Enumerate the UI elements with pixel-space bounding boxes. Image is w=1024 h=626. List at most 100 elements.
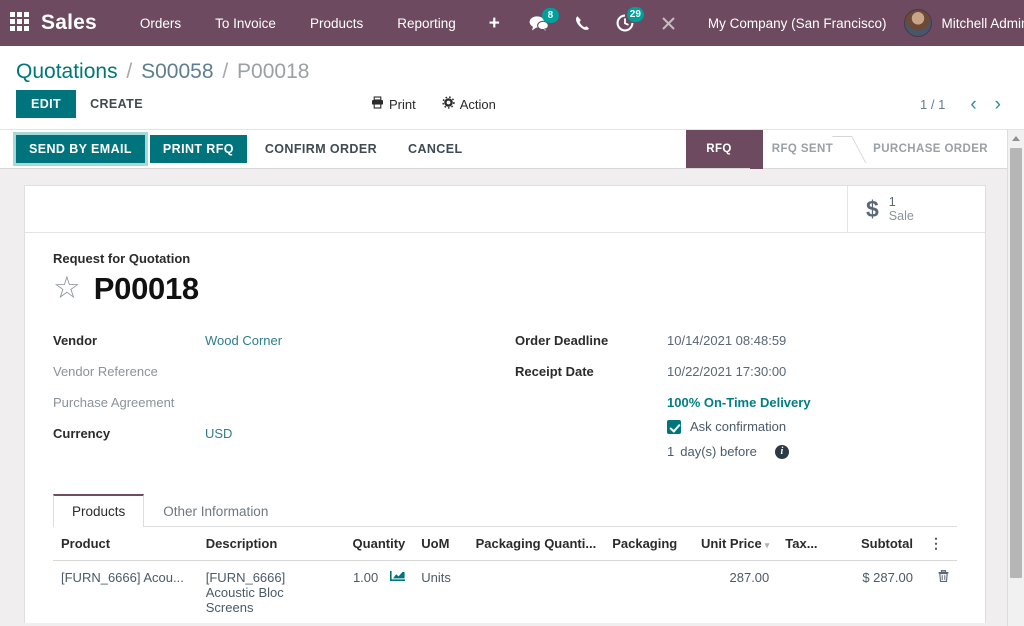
field-receipt-date: Receipt Date 10/22/2021 17:30:00 [515,364,957,381]
cell-quantity[interactable]: 1.00 [330,561,413,624]
control-panel: Quotations / S00058 / P00018 EDIT CREATE… [0,46,1024,129]
smart-button-label: Sale [889,209,914,223]
edit-button[interactable]: EDIT [16,90,76,118]
forecast-chart-icon[interactable] [390,570,405,585]
tab-other-information[interactable]: Other Information [144,494,287,527]
ask-confirmation-checkbox[interactable] [667,420,681,434]
user-menu[interactable]: Mitchell Admin [900,9,1024,37]
pager-previous-icon[interactable]: ‹ [963,95,983,114]
print-label: Print [389,97,416,112]
trash-icon[interactable] [938,571,949,585]
app-brand-sales[interactable]: Sales [41,11,97,35]
chevron-down-icon: ▾ [762,540,770,550]
reminder-days-value[interactable]: 1 [667,444,674,459]
field-value-order-deadline[interactable]: 10/14/2021 08:48:59 [667,333,786,348]
stage-rfq-sent[interactable]: RFQ SENT [750,130,851,168]
company-selector[interactable]: My Company (San Francisco) [690,16,901,31]
activity-badge: 29 [627,7,644,22]
field-label-vendor-reference: Vendor Reference [53,364,205,379]
messages-badge: 8 [542,8,559,23]
form-column-right: Order Deadline 10/14/2021 08:48:59 Recei… [505,333,957,471]
tools-wrench-icon[interactable] [647,15,690,32]
scrollbar-thumb[interactable] [1010,148,1022,578]
action-menu[interactable]: Action [442,96,496,112]
field-purchase-agreement: Purchase Agreement [53,395,505,412]
cell-product[interactable]: [FURN_6666] Acou... [53,561,198,624]
record-title-row: ☆ P00018 [53,271,957,307]
field-value-currency[interactable]: USD [205,426,232,441]
breadcrumb-item-s00058[interactable]: S00058 [141,60,213,83]
pager-next-icon[interactable]: › [988,95,1008,114]
cell-product-text: [FURN_6666] Acou... [61,570,190,585]
vertical-scrollbar[interactable] [1007,130,1024,626]
unit-price-label: Unit Price [701,536,762,551]
action-label: Action [460,97,496,112]
cell-uom[interactable]: Units [413,561,467,624]
menu-item-products[interactable]: Products [293,10,380,37]
cell-unit-price[interactable]: 287.00 [691,561,777,624]
print-rfq-button[interactable]: PRINT RFQ [150,135,247,163]
breadcrumb-separator: / [219,60,231,83]
main-menu: Orders To Invoice Products Reporting [123,10,473,37]
breadcrumb-separator: / [123,60,135,83]
form-column-left: Vendor Wood Corner Vendor Reference Purc… [53,333,505,471]
phone-icon[interactable] [562,15,603,32]
table-row[interactable]: [FURN_6666] Acou... [FURN_6666] Acoustic… [53,561,957,624]
status-button-bar: SEND BY EMAIL PRINT RFQ CONFIRM ORDER CA… [0,129,1024,169]
cell-packaging[interactable] [604,561,691,624]
column-header-description[interactable]: Description [198,527,330,561]
column-header-uom[interactable]: UoM [413,527,467,561]
field-value-receipt-date[interactable]: 10/22/2021 17:30:00 [667,364,786,379]
column-header-product[interactable]: Product [53,527,198,561]
field-value-vendor[interactable]: Wood Corner [205,333,282,348]
breadcrumb-item-quotations[interactable]: Quotations [16,60,118,83]
ask-confirmation-row: Ask confirmation [667,419,957,434]
scroll-up-arrow-icon[interactable] [1008,130,1024,147]
tab-products[interactable]: Products [53,494,144,527]
record-pager: 1 / 1 ‹ › [920,95,1008,114]
print-menu[interactable]: Print [371,96,416,112]
table-body: [FURN_6666] Acou... [FURN_6666] Acoustic… [53,561,957,624]
star-outline-icon[interactable]: ☆ [53,272,81,303]
column-header-packaging-quantity[interactable]: Packaging Quanti... [468,527,605,561]
column-header-unit-price[interactable]: Unit Price▾ [691,527,777,561]
menu-item-reporting[interactable]: Reporting [380,10,473,37]
cell-description[interactable]: [FURN_6666] Acoustic Bloc Screens [198,561,330,624]
confirm-order-button[interactable]: CONFIRM ORDER [252,135,390,163]
cell-subtotal[interactable]: $ 287.00 [831,561,921,624]
column-options-toggle[interactable]: ⋮ [921,527,957,561]
pager-counter[interactable]: 1 / 1 [920,97,959,112]
field-label-vendor: Vendor [53,333,205,348]
cell-tax[interactable] [777,561,830,624]
field-order-deadline: Order Deadline 10/14/2021 08:48:59 [515,333,957,350]
menu-item-to-invoice[interactable]: To Invoice [198,10,293,37]
cell-quantity-value: 1.00 [353,570,378,585]
activity-clock-icon[interactable]: 29 [603,14,647,32]
cell-packaging-quantity[interactable] [468,561,605,624]
cp-center-actions: Print Action [371,96,496,112]
messages-icon[interactable]: 8 [516,15,562,32]
menu-item-orders[interactable]: Orders [123,10,198,37]
column-header-tax[interactable]: Tax... [777,527,830,561]
sheet-body: Request for Quotation ☆ P00018 Vendor Wo… [25,233,985,623]
page-title: P00018 [94,271,199,307]
cell-delete[interactable] [921,561,957,624]
reminder-days-row: 1 day(s) before i [667,444,957,459]
cancel-button[interactable]: CANCEL [395,135,475,163]
dollar-icon: $ [866,198,879,221]
field-label-currency: Currency [53,426,205,441]
quick-create-plus-icon[interactable]: + [473,12,516,35]
column-header-quantity[interactable]: Quantity [330,527,413,561]
field-label-order-deadline: Order Deadline [515,333,667,348]
info-icon[interactable]: i [775,445,789,459]
send-by-email-button[interactable]: SEND BY EMAIL [16,135,145,163]
navbar-right-group: 8 29 My Company (San Francisco) Mitchell [516,9,1024,37]
create-button[interactable]: CREATE [76,90,157,118]
stage-purchase-order[interactable]: PURCHASE ORDER [851,130,1006,168]
stage-rfq[interactable]: RFQ [686,130,749,168]
column-header-subtotal[interactable]: Subtotal [831,527,921,561]
apps-grid-icon[interactable] [10,12,29,34]
notebook-tabs: Products Other Information [53,493,957,527]
smart-button-sale[interactable]: $ 1 Sale [847,186,985,232]
column-header-packaging[interactable]: Packaging [604,527,691,561]
